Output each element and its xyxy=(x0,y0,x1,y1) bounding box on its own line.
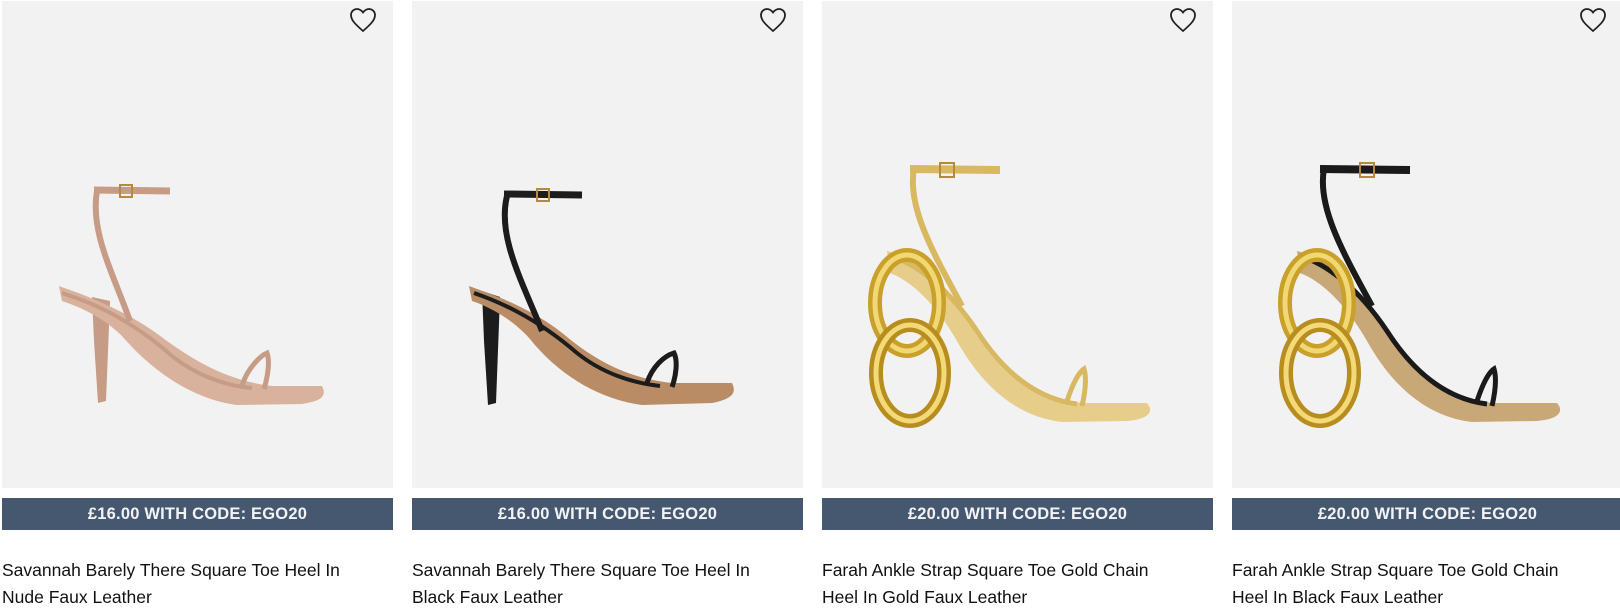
wishlist-heart-icon[interactable] xyxy=(349,7,377,33)
shoe-image xyxy=(59,184,324,405)
product-name-line: Nude Faux Leather xyxy=(2,587,152,607)
product-name-link[interactable]: Farah Ankle Strap Square Toe Gold Chain … xyxy=(1232,557,1620,611)
product-name-line: Farah Ankle Strap Square Toe Gold Chain xyxy=(822,560,1149,580)
shoe-image xyxy=(868,162,1151,428)
product-image[interactable] xyxy=(2,1,393,488)
promo-badge[interactable]: £16.00 WITH CODE: EGO20 xyxy=(412,498,803,530)
promo-badge[interactable]: £16.00 WITH CODE: EGO20 xyxy=(2,498,393,530)
product-card: £20.00 WITH CODE: EGO20 Farah Ankle Stra… xyxy=(1232,1,1620,613)
wishlist-heart-icon[interactable] xyxy=(759,7,787,33)
product-name-line: Heel In Gold Faux Leather xyxy=(822,587,1028,607)
shoe-image xyxy=(1278,162,1561,428)
product-image[interactable] xyxy=(412,1,803,488)
product-name-line: Farah Ankle Strap Square Toe Gold Chain xyxy=(1232,560,1559,580)
product-grid: £16.00 WITH CODE: EGO20 Savannah Barely … xyxy=(2,1,1620,613)
product-image[interactable] xyxy=(822,1,1213,488)
shoe-image xyxy=(469,188,734,405)
promo-badge[interactable]: £20.00 WITH CODE: EGO20 xyxy=(1232,498,1620,530)
product-name-line: Savannah Barely There Square Toe Heel In xyxy=(412,560,750,580)
product-name-link[interactable]: Farah Ankle Strap Square Toe Gold Chain … xyxy=(822,557,1213,611)
product-name-line: Black Faux Leather xyxy=(412,587,563,607)
product-name-link[interactable]: Savannah Barely There Square Toe Heel In… xyxy=(412,557,803,611)
product-name-link[interactable]: Savannah Barely There Square Toe Heel In… xyxy=(2,557,393,611)
product-card: £20.00 WITH CODE: EGO20 Farah Ankle Stra… xyxy=(822,1,1213,613)
wishlist-heart-icon[interactable] xyxy=(1579,7,1607,33)
product-card: £16.00 WITH CODE: EGO20 Savannah Barely … xyxy=(412,1,803,613)
product-image[interactable] xyxy=(1232,1,1620,488)
product-name-line: Savannah Barely There Square Toe Heel In xyxy=(2,560,340,580)
promo-badge[interactable]: £20.00 WITH CODE: EGO20 xyxy=(822,498,1213,530)
product-name-line: Heel In Black Faux Leather xyxy=(1232,587,1444,607)
wishlist-heart-icon[interactable] xyxy=(1169,7,1197,33)
product-card: £16.00 WITH CODE: EGO20 Savannah Barely … xyxy=(2,1,393,613)
